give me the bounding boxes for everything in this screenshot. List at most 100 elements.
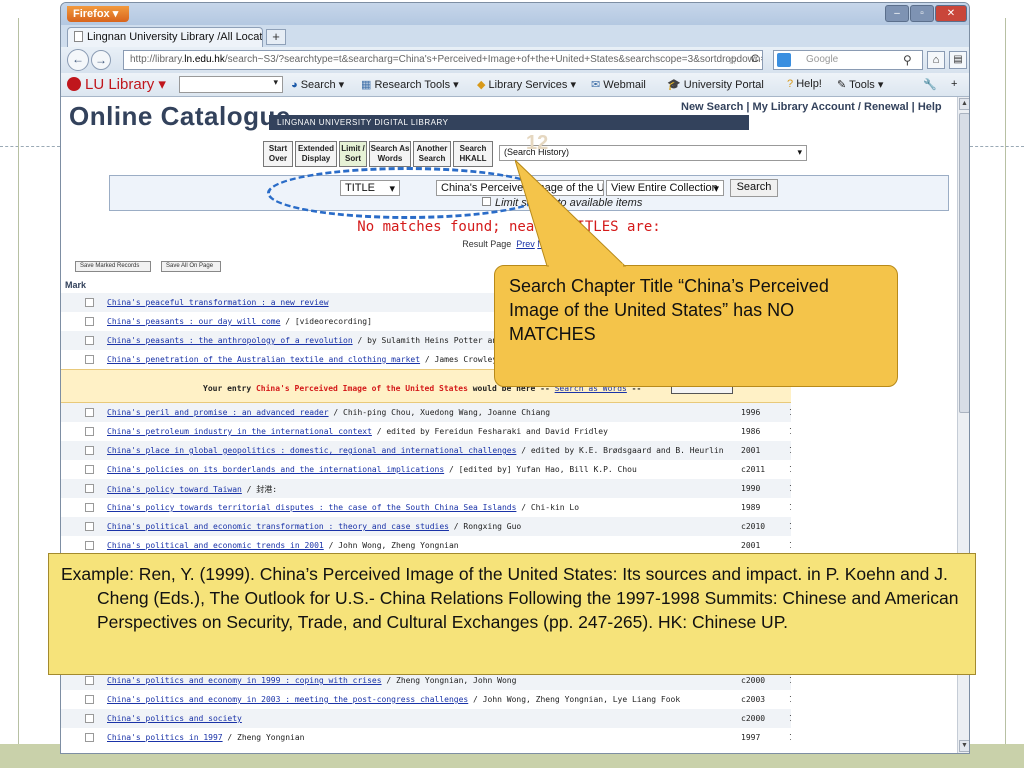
lu-logo-icon (67, 77, 81, 91)
web-search-box[interactable]: Google (773, 50, 923, 70)
title-link[interactable]: China's political and economic trends in… (107, 541, 324, 550)
table-row: China's place in global geopolitics : do… (61, 441, 791, 460)
mark-checkbox[interactable] (85, 484, 94, 493)
mark-checkbox[interactable] (85, 503, 94, 512)
row-count: 1 (789, 541, 791, 550)
save-marked-button[interactable]: Save Marked Records (75, 261, 151, 272)
search-as-words-button[interactable]: Search As Words (369, 141, 411, 167)
toolbar-research-tools[interactable]: ▦ Research Tools ▾ (361, 78, 459, 91)
reload-icon[interactable]: C (751, 53, 759, 65)
page-icon (74, 31, 83, 42)
row-year: 1989 (741, 503, 761, 512)
title-link[interactable]: China's peaceful transformation : a new … (107, 298, 329, 307)
title-link[interactable]: China's policy towards territorial dispu… (107, 503, 516, 512)
title-link[interactable]: China's political and economic transform… (107, 522, 449, 531)
url-bar[interactable]: http://library.ln.edu.hk/search~S3/?sear… (123, 50, 763, 70)
extended-display-button[interactable]: Extended Display (295, 141, 337, 167)
row-title: China's political and economic transform… (107, 522, 521, 531)
help-label: Help! (796, 78, 822, 90)
research-tools-label: Research Tools (374, 79, 451, 91)
home-icon[interactable]: ⌂ (927, 51, 945, 69)
add-icon[interactable]: + (951, 78, 957, 90)
title-link[interactable]: China's politics and economy in 2003 : m… (107, 695, 468, 704)
mark-checkbox[interactable] (85, 465, 94, 474)
title-link[interactable]: China's place in global geopolitics : do… (107, 446, 516, 455)
maximize-button[interactable]: ▫ (910, 5, 934, 22)
toolbar-university-portal[interactable]: 🎓 University Portal (667, 78, 764, 91)
row-title: China's political and economic trends in… (107, 541, 459, 550)
lu-library-menu[interactable]: LU Library ▾ (67, 75, 166, 93)
table-row: China's politics and society c2000 1 (61, 709, 791, 728)
mark-checkbox[interactable] (85, 676, 94, 685)
chevron-down-icon: ▾ (713, 183, 719, 195)
title-link[interactable]: China's policy toward Taiwan (107, 485, 242, 494)
row-authors: / John Wong, Zheng Yongnian, Lye Liang F… (468, 695, 681, 704)
row-count: 1 (789, 676, 791, 685)
mark-checkbox[interactable] (85, 714, 94, 723)
close-button[interactable]: ✕ (935, 5, 967, 22)
magnifier-icon[interactable]: ⚲ (903, 53, 912, 67)
toolbar-search-field[interactable]: ▾ (179, 76, 283, 93)
result-page-nav: Result Page Prev Next (61, 239, 957, 249)
url-prefix: http://library. (130, 54, 185, 65)
row-authors: / Chi-kin Lo (516, 503, 580, 512)
title-link[interactable]: China's peril and promise : an advanced … (107, 408, 329, 417)
title-link[interactable]: China's penetration of the Australian te… (107, 355, 420, 364)
firefox-menu-button[interactable]: Firefox ▾ (67, 6, 129, 22)
toolbar-help[interactable]: ? Help! (787, 78, 822, 90)
entry-prefix: Your entry (203, 384, 256, 393)
mark-checkbox[interactable] (85, 541, 94, 550)
mark-checkbox[interactable] (85, 522, 94, 531)
new-tab-button[interactable]: + (266, 29, 286, 45)
mark-checkbox[interactable] (85, 427, 94, 436)
mark-checkbox[interactable] (85, 298, 94, 307)
title-link[interactable]: China's politics and economy in 1999 : c… (107, 676, 382, 685)
search-engine-icon[interactable] (777, 53, 791, 67)
title-link[interactable]: China's peasants : our day will come (107, 317, 280, 326)
mark-checkbox[interactable] (85, 355, 94, 364)
another-search-button[interactable]: Another Search (413, 141, 451, 167)
table-row: China's petroleum industry in the intern… (61, 422, 791, 441)
forward-button[interactable]: → (91, 50, 111, 70)
row-year: 1986 (741, 427, 761, 436)
row-authors: / 封港: (241, 485, 278, 494)
row-count: 1 (789, 465, 791, 474)
minimize-button[interactable]: – (885, 5, 909, 22)
row-authors: / Chih-ping Chou, Xuedong Wang, Joanne C… (328, 408, 551, 417)
mark-checkbox[interactable] (85, 336, 94, 345)
search-submit-button[interactable]: Search (730, 179, 778, 197)
scroll-down-icon[interactable]: ▼ (959, 740, 969, 752)
back-button[interactable]: ← (67, 49, 89, 71)
row-year: 1997 (741, 733, 761, 742)
menu-icon[interactable]: ▤ (949, 51, 967, 69)
mark-checkbox[interactable] (85, 695, 94, 704)
row-title: China's peasants : the anthropology of a… (107, 336, 536, 345)
row-year: c2010 (741, 522, 766, 531)
top-links[interactable]: New Search | My Library Account / Renewa… (681, 101, 942, 113)
scroll-thumb[interactable] (959, 113, 969, 413)
tab-library[interactable]: Lingnan University Library /All Location… (67, 27, 263, 47)
mark-checkbox[interactable] (85, 733, 94, 742)
tools-icon: ✎ (837, 79, 847, 91)
title-link[interactable]: China's peasants : the anthropology of a… (107, 336, 353, 345)
toolbar-library-services[interactable]: ◆ Library Services ▾ (477, 78, 576, 91)
title-link[interactable]: China's politics in 1997 (107, 733, 223, 742)
title-link[interactable]: China's politics and society (107, 714, 242, 723)
save-all-button[interactable]: Save All On Page (161, 261, 221, 272)
bookmark-star-icon[interactable]: ☆ (727, 53, 738, 67)
title-link[interactable]: China's petroleum industry in the intern… (107, 427, 372, 436)
title-link[interactable]: China's policies on its borderlands and … (107, 465, 444, 474)
mark-checkbox[interactable] (85, 317, 94, 326)
wrench-icon[interactable]: 🔧 (923, 78, 937, 91)
toolbar-search[interactable]: ◕ Search ▾ (291, 78, 344, 91)
start-over-button[interactable]: Start Over (263, 141, 293, 167)
toolbar-webmail[interactable]: ✉ Webmail (591, 78, 646, 91)
navigation-bar: ← → http://library.ln.edu.hk/search~S3/?… (61, 47, 969, 73)
scroll-up-icon[interactable]: ▲ (959, 98, 969, 110)
limit-sort-button[interactable]: Limit / Sort (339, 141, 367, 167)
toolbar-tools[interactable]: ✎ Tools ▾ (837, 78, 883, 91)
webmail-label: Webmail (603, 79, 646, 91)
mark-checkbox[interactable] (85, 408, 94, 417)
mark-checkbox[interactable] (85, 446, 94, 455)
search-hkall-button[interactable]: Search HKALL (453, 141, 493, 167)
